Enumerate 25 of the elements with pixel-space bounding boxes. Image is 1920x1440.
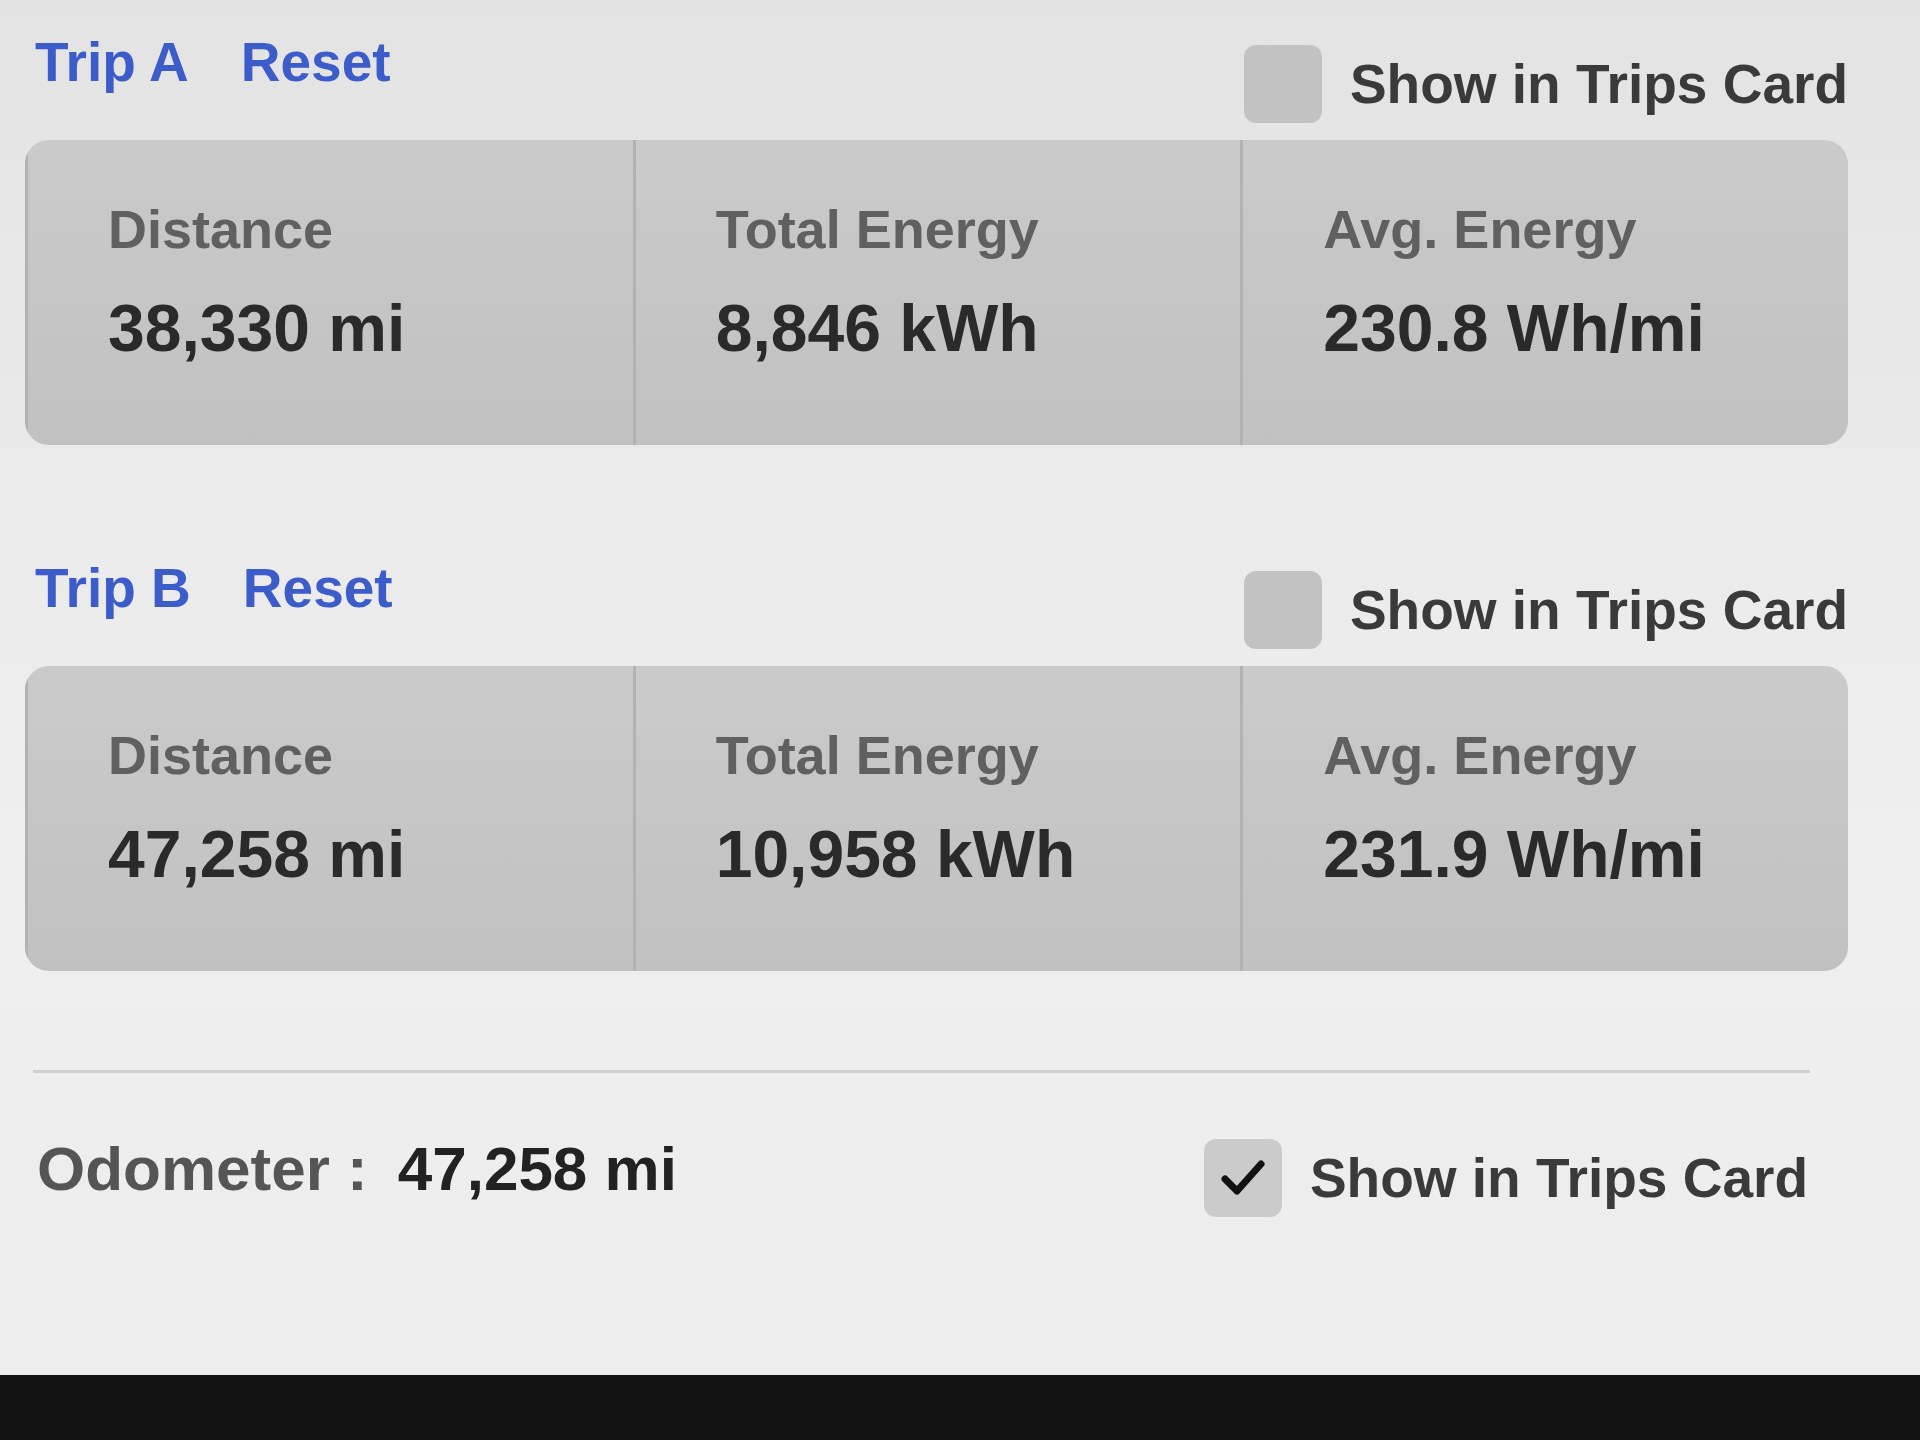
stat-value: 38,330 mi xyxy=(108,290,406,366)
checkbox[interactable] xyxy=(1243,45,1322,123)
checkbox-label[interactable]: Show in Trips Card xyxy=(1309,1146,1808,1210)
stat-label: Distance xyxy=(108,198,334,260)
stat-value: 10,958 kWh xyxy=(715,816,1076,892)
stat-value: 47,258 mi xyxy=(108,816,406,892)
checkbox[interactable] xyxy=(1243,571,1322,649)
stat-label: Total Energy xyxy=(715,724,1039,786)
checkbox-label[interactable]: Show in Trips Card xyxy=(1349,578,1848,642)
checkbox[interactable] xyxy=(1203,1139,1282,1217)
trip-title: Trip A xyxy=(35,30,189,94)
odometer-value: 47,258 mi xyxy=(397,1132,677,1204)
stat-label: Avg. Energy xyxy=(1323,198,1637,260)
trip-title: Trip B xyxy=(35,556,191,620)
stat-label: Total Energy xyxy=(715,198,1039,260)
stat-label: Distance xyxy=(108,724,334,786)
odometer-label: Odometer : xyxy=(37,1132,368,1204)
reset-link[interactable]: Reset xyxy=(240,30,391,94)
stat-value: 230.8 Wh/mi xyxy=(1323,290,1705,366)
stat-value: 231.9 Wh/mi xyxy=(1323,816,1705,892)
stat-label: Avg. Energy xyxy=(1323,724,1637,786)
checkmark-icon xyxy=(1220,1159,1265,1197)
reset-link[interactable]: Reset xyxy=(242,556,393,620)
checkbox-label[interactable]: Show in Trips Card xyxy=(1349,52,1848,116)
stat-value: 8,846 kWh xyxy=(715,290,1039,366)
